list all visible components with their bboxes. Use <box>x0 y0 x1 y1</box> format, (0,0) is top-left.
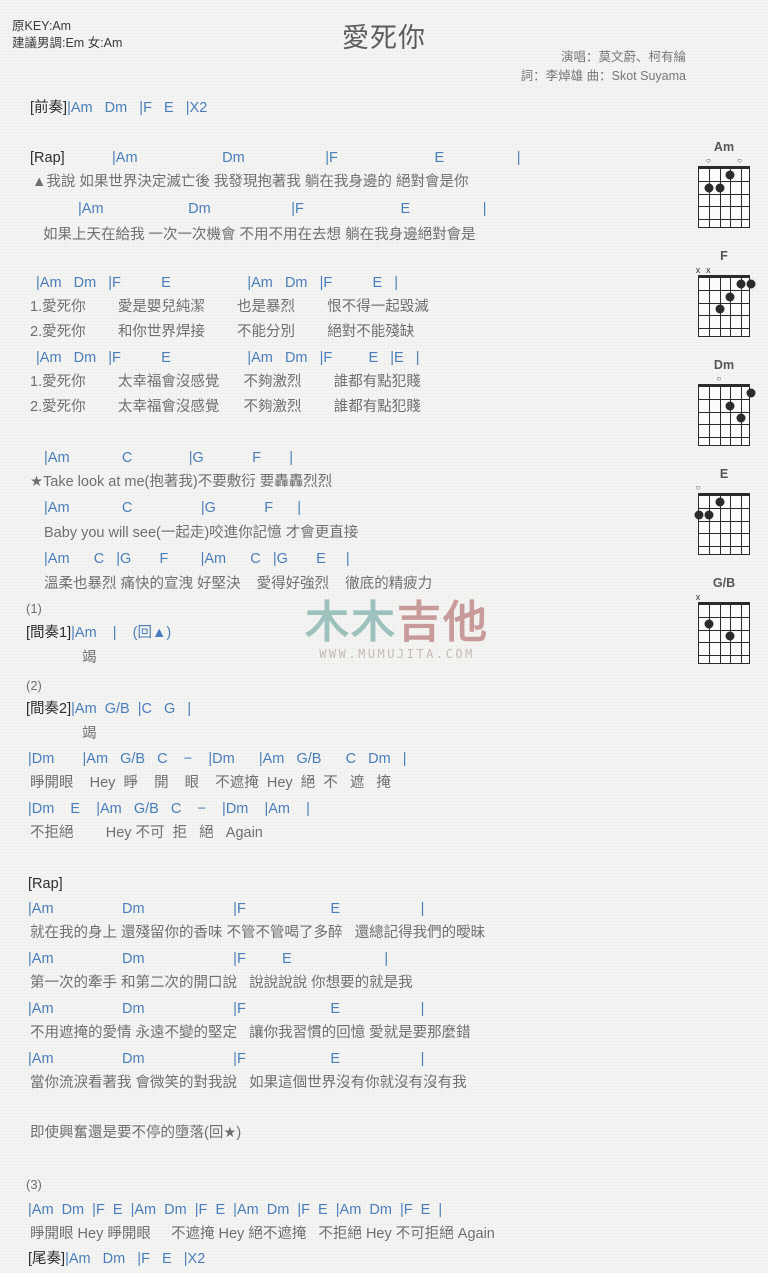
chord-diagram-name: F <box>720 249 728 263</box>
chord-diagram-markers: xx <box>688 265 760 275</box>
chord-diagram-dot <box>725 401 735 411</box>
chord-line: |Dm |Am G/B C − |Dm |Am G/B C Dm | <box>28 751 407 767</box>
chord-diagram-dot <box>725 292 735 302</box>
intro-tag: [前奏] <box>30 100 68 116</box>
chord-diagram-grid <box>698 275 756 337</box>
muted-string-icon: x <box>706 265 711 275</box>
rap1-tag: [Rap] <box>30 150 65 166</box>
chord-line: |Am Dm |F E |Am Dm |F E |Am Dm |F E |Am … <box>28 1202 443 1218</box>
writer-line: 詞：李焯雄 曲：Skot Suyama <box>520 69 686 83</box>
lyric-line: 不拒絕 Hey 不可 拒 絕 Again <box>30 825 263 841</box>
lyric-line: ★Take look at me(抱著我)不要敷衍 要轟轟烈烈 <box>30 474 333 490</box>
chord-sheet: 原KEY:Am 建議男調:Em 女:Am 愛死你 演唱：莫文蔚、柯有綸 詞：李焯… <box>0 0 768 1273</box>
interlude1-number: (1) <box>26 601 42 616</box>
interlude2-chords: |Am G/B |C G | <box>71 701 192 717</box>
chord-diagram-dot <box>704 510 714 520</box>
chord-line: |Dm E |Am G/B C − |Dm |Am | <box>28 801 310 817</box>
chord-diagram-g-b: G/B x <box>688 576 760 664</box>
lyric-line: 溫柔也暴烈 痛快的宣洩 好堅決 愛得好強烈 徹底的精疲力 <box>44 576 433 592</box>
chord-diagram-grid <box>698 602 750 664</box>
chord-diagram-name: E <box>719 467 729 481</box>
lyric-line: 即使興奮還是要不停的墮落(回★) <box>30 1125 242 1141</box>
chord-diagram-markers: ○ ○ <box>688 156 760 166</box>
singer-line: 演唱：莫文蔚、柯有綸 <box>560 50 686 64</box>
chord-line: |Am Dm |F E | <box>112 150 521 166</box>
interlude1-chords: |Am | (回▲) <box>71 625 172 641</box>
chord-diagram-grid <box>698 384 756 446</box>
lyric-line: 第一次的牽手 和第二次的開口說 說說說說 你想要的就是我 <box>30 975 413 991</box>
chord-diagram-dot <box>736 413 746 423</box>
chord-diagram-grid <box>698 166 750 228</box>
lyric-line: 不用遮掩的愛情 永遠不變的堅定 讓你我習慣的回憶 愛就是要那麼錯 <box>30 1025 471 1041</box>
chord-line: |Am Dm |F E | <box>28 901 425 917</box>
credits: 演唱：莫文蔚、柯有綸 詞：李焯雄 曲：Skot Suyama <box>521 48 686 86</box>
chord-line: |Am Dm |F E | <box>78 201 487 217</box>
chord-diagram-name: G/B <box>712 576 736 590</box>
interlude2-line: [間奏2]|Am G/B |C G | <box>26 701 191 717</box>
chord-diagram-markers: ○ <box>688 374 760 384</box>
lyric-line: 竭 <box>82 650 97 666</box>
chord-diagram-dot <box>736 279 746 289</box>
interlude1-tag: [間奏1] <box>26 625 72 641</box>
interlude2-number: (2) <box>26 678 42 693</box>
chord-line: |Am Dm |F E | <box>28 1001 425 1017</box>
open-string-icon: ○ <box>695 483 701 492</box>
intro-chords: |Am Dm |F E |X2 <box>67 100 208 116</box>
chord-diagram-list: Am ○ ○ Fx x Dm ○ E ○ G/B x <box>688 140 760 685</box>
chord-diagram-name: Am <box>713 140 735 154</box>
chord-diagram-am: Am ○ ○ <box>688 140 760 228</box>
lyric-line: 就在我的身上 還殘留你的香味 不管不管喝了多醉 還總記得我們的曖昧 <box>30 925 486 941</box>
chord-line: |Am C |G F |Am C |G E | <box>44 551 350 567</box>
chord-diagram-dm: Dm ○ <box>688 358 760 446</box>
lyric-line: 2.愛死你 和你世界焊接 不能分別 絕對不能殘缺 <box>30 324 415 340</box>
chord-diagram-name: Dm <box>713 358 735 372</box>
lyric-line: 當你流淚看著我 會微笑的對我說 如果這個世界沒有你就沒有沒有我 <box>30 1075 467 1091</box>
chord-diagram-markers: ○ <box>688 483 760 493</box>
lyric-line: 1.愛死你 太幸福會沒感覺 不夠激烈 誰都有點犯賤 <box>30 374 421 390</box>
lyric-line: 如果上天在給我 一次一次機會 不用不用在去想 躺在我身邊絕對會是 <box>43 227 476 243</box>
chord-diagram-dot <box>725 170 735 180</box>
open-string-icon: ○ <box>737 156 743 165</box>
chord-line: |Am C |G F | <box>44 450 293 466</box>
chord-line: |Am Dm |F E | <box>28 1051 425 1067</box>
ending-tag: [尾奏] <box>28 1251 66 1267</box>
intro-line: [前奏]|Am Dm |F E |X2 <box>30 100 207 116</box>
chord-line: |Am C |G F | <box>44 500 302 516</box>
lyric-line: 1.愛死你 愛是嬰兒純潔 也是暴烈 恨不得一起毀滅 <box>30 299 429 315</box>
chord-diagram-dot <box>694 510 704 520</box>
open-string-icon: ○ <box>705 156 711 165</box>
chord-diagram-dot <box>715 183 725 193</box>
chord-diagram-dot <box>704 183 714 193</box>
interlude2-tag: [間奏2] <box>26 701 72 717</box>
chord-diagram-dot <box>704 619 714 629</box>
interlude1-line: [間奏1]|Am | (回▲) <box>26 625 171 641</box>
chord-diagram-dot <box>746 279 756 289</box>
lyric-line: 睜開眼 Hey 睜 開 眼 不遮掩 Hey 絕 不 遮 掩 <box>30 775 391 791</box>
muted-string-icon: x <box>695 592 701 602</box>
chord-diagram-dot <box>746 388 756 398</box>
chord-diagram-dot <box>715 304 725 314</box>
lyric-line: 睜開眼 Hey 睜開眼 不遮掩 Hey 絕不遮掩 不拒絕 Hey 不可拒絕 Ag… <box>30 1226 495 1242</box>
ending-chords: |Am Dm |F E |X2 <box>65 1251 206 1267</box>
open-string-icon: ○ <box>716 374 722 383</box>
chord-diagram-markers: x <box>688 592 760 602</box>
rap2-tag: [Rap] <box>28 876 63 892</box>
lyric-line: Baby you will see(一起走)咬進你記憶 才會更直接 <box>44 525 359 541</box>
chord-diagram-dot <box>725 631 735 641</box>
chord-diagram-f: Fxx <box>688 249 760 337</box>
chord-line: |Am Dm |F E |Am Dm |F E | <box>36 275 399 291</box>
ending-line: [尾奏]|Am Dm |F E |X2 <box>28 1251 205 1267</box>
chord-line: |Am Dm |F E | <box>28 951 389 967</box>
chord-diagram-grid <box>694 493 750 555</box>
chord-diagram-e: E ○ <box>688 467 760 555</box>
outro-number: (3) <box>26 1177 42 1192</box>
lyric-line: 2.愛死你 太幸福會沒感覺 不夠激烈 誰都有點犯賤 <box>30 399 421 415</box>
lyric-line: 竭 <box>82 726 97 742</box>
muted-string-icon: x <box>695 265 701 275</box>
chord-line: |Am Dm |F E |Am Dm |F E |E | <box>36 350 420 366</box>
chord-diagram-dot <box>715 497 725 507</box>
lyric-line: ▲我說 如果世界決定滅亡後 我發現抱著我 躺在我身邊的 絕對會是你 <box>32 174 469 190</box>
